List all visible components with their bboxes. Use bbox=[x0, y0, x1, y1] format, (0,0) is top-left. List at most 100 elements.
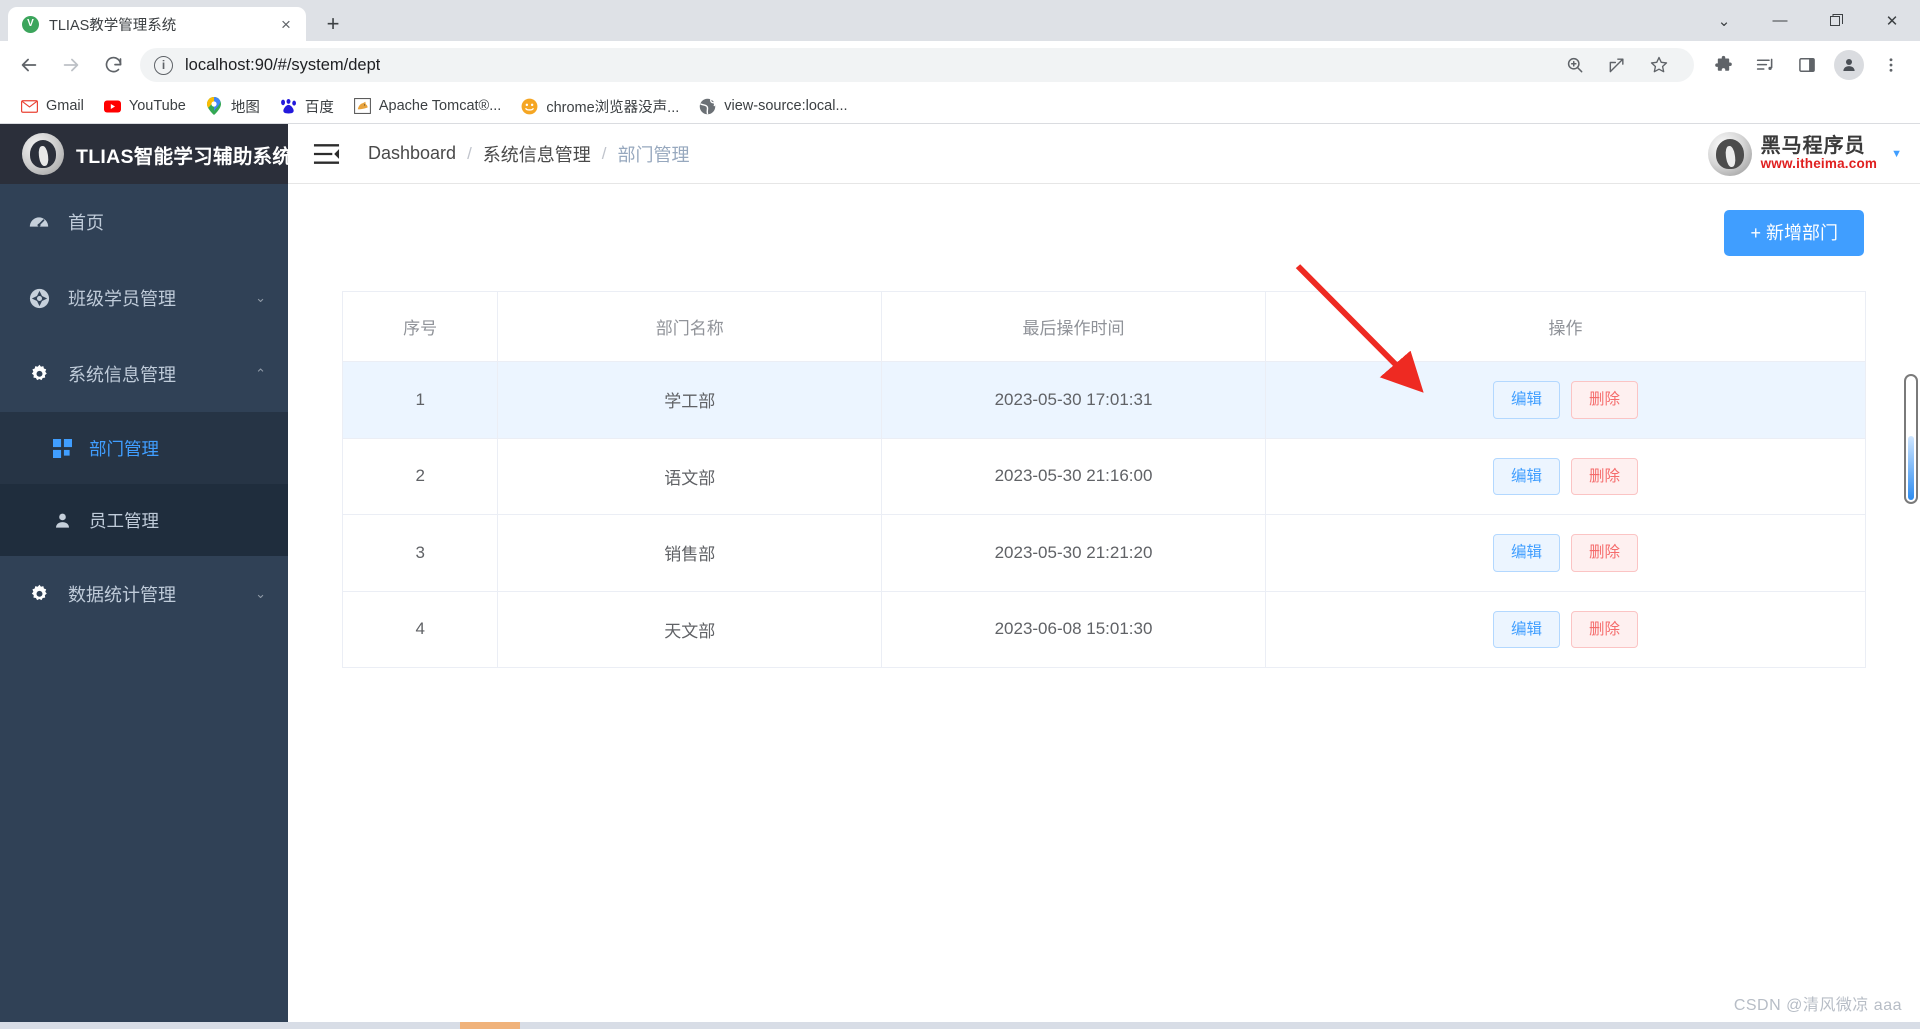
star-glyph bbox=[1650, 56, 1668, 73]
zoom-in-icon[interactable] bbox=[1560, 50, 1590, 80]
sidebar-item-data-stats[interactable]: 数据统计管理 ⌄ bbox=[0, 556, 288, 632]
sidebar-logo-text: TLIAS智能学习辅助系统 bbox=[76, 145, 288, 168]
collapse-menu-icon[interactable] bbox=[312, 142, 340, 166]
new-tab-button[interactable]: + bbox=[316, 7, 350, 41]
brand-name: 黑马程序员 bbox=[1760, 134, 1866, 157]
bookmark-baidu[interactable]: 百度 bbox=[271, 92, 343, 121]
delete-button[interactable]: 删除 bbox=[1570, 534, 1638, 572]
table-row[interactable]: 4 天文部 2023-06-08 15:01:30 编辑 删除 bbox=[342, 591, 1866, 668]
breadcrumb-item-system-info[interactable]: 系统信息管理 bbox=[483, 141, 591, 167]
maximize-glyph bbox=[1829, 14, 1843, 26]
person-glyph bbox=[1843, 59, 1855, 71]
sidebar-item-home[interactable]: 首页 bbox=[0, 184, 288, 260]
bookmark-maps[interactable]: 地图 bbox=[197, 92, 269, 121]
browser-tab[interactable]: TLIAS教学管理系统 × bbox=[8, 7, 306, 41]
chevron-down-icon: ⌄ bbox=[255, 290, 266, 305]
sidebar: TLIAS智能学习辅助系统 首页 班级学员管理 ⌄ 系统信息管理 ⌃ 部门管理 … bbox=[0, 124, 288, 1029]
sidebar-subitem-label: 部门管理 bbox=[89, 438, 159, 459]
column-header-actions: 操作 bbox=[1265, 291, 1866, 362]
extensions-icon[interactable] bbox=[1705, 47, 1741, 83]
page-scrollbar[interactable] bbox=[1904, 374, 1918, 504]
table-row[interactable]: 3 销售部 2023-05-30 21:21:20 编辑 删除 bbox=[342, 514, 1866, 592]
sidebar-item-label: 首页 bbox=[68, 213, 104, 233]
bookmark-youtube[interactable]: YouTube bbox=[95, 94, 195, 119]
sidebar-item-dept-management[interactable]: 部门管理 bbox=[0, 412, 288, 484]
delete-button[interactable]: 删除 bbox=[1570, 457, 1638, 495]
table-row[interactable]: 1 学工部 2023-05-30 17:01:31 编辑 删除 bbox=[342, 361, 1866, 439]
share-icon[interactable] bbox=[1602, 50, 1632, 80]
bookmark-gmail[interactable]: Gmail bbox=[12, 94, 93, 119]
cell-name: 学工部 bbox=[497, 361, 883, 439]
row-actions: 编辑 删除 bbox=[1266, 381, 1865, 419]
smiley-glyph bbox=[521, 98, 538, 114]
edit-button[interactable]: 编辑 bbox=[1492, 381, 1560, 419]
delete-button[interactable]: 删除 bbox=[1570, 381, 1638, 419]
baidu-icon bbox=[280, 98, 297, 115]
close-window-icon[interactable]: ✕ bbox=[1864, 0, 1920, 41]
grid-icon bbox=[50, 438, 74, 458]
column-header-name: 部门名称 bbox=[497, 291, 883, 362]
hamburger-glyph bbox=[313, 143, 339, 164]
cell-time: 2023-06-08 15:01:30 bbox=[881, 591, 1266, 668]
gear-glyph bbox=[31, 364, 47, 380]
sidebar-item-system-info[interactable]: 系统信息管理 ⌃ bbox=[0, 336, 288, 412]
bookmark-tomcat[interactable]: Apache Tomcat®... bbox=[345, 94, 510, 119]
vue-icon bbox=[22, 15, 39, 33]
edit-button[interactable]: 编辑 bbox=[1492, 534, 1560, 572]
scrollbar-thumb[interactable] bbox=[1908, 436, 1914, 500]
globe-glyph bbox=[700, 98, 716, 114]
chrome-menu-icon[interactable] bbox=[1873, 47, 1909, 83]
breadcrumb: Dashboard / 系统信息管理 / 部门管理 bbox=[368, 141, 690, 167]
main-area: Dashboard / 系统信息管理 / 部门管理 黑马程序员 www.ithe… bbox=[288, 124, 1920, 1029]
breadcrumb-item-dashboard[interactable]: Dashboard bbox=[368, 143, 456, 164]
table-row[interactable]: 2 语文部 2023-05-30 21:16:00 编辑 删除 bbox=[342, 438, 1866, 515]
row-actions: 编辑 删除 bbox=[1266, 534, 1865, 572]
minimize-icon[interactable]: — bbox=[1752, 0, 1808, 41]
add-dept-button[interactable]: + 新增部门 bbox=[1724, 210, 1864, 256]
window-controls: ⌄ — ✕ bbox=[1696, 0, 1920, 41]
dashboard-glyph bbox=[29, 217, 49, 227]
column-header-seq: 序号 bbox=[342, 291, 499, 362]
sidebar-item-class-student[interactable]: 班级学员管理 ⌄ bbox=[0, 260, 288, 336]
maximize-icon[interactable] bbox=[1808, 0, 1864, 41]
edit-button[interactable]: 编辑 bbox=[1492, 610, 1560, 648]
row-actions: 编辑 删除 bbox=[1266, 457, 1865, 495]
chevron-down-icon[interactable]: ▼ bbox=[1891, 148, 1902, 160]
user-icon bbox=[50, 511, 74, 530]
forward-icon[interactable] bbox=[53, 47, 89, 83]
close-icon[interactable]: × bbox=[276, 14, 296, 34]
content-panel: + 新增部门 序号 部门名称 最后操作时间 操作 1 学工部 2023-05-3… bbox=[288, 184, 1920, 1029]
chevron-up-icon: ⌃ bbox=[255, 366, 266, 381]
brand-logo[interactable]: 黑马程序员 www.itheima.com bbox=[1707, 131, 1878, 176]
bookmark-view-source[interactable]: view-source:local... bbox=[690, 94, 856, 119]
profile-icon[interactable] bbox=[1834, 50, 1864, 80]
media-list-icon[interactable] bbox=[1747, 47, 1783, 83]
sidebar-logo[interactable]: TLIAS智能学习辅助系统 bbox=[0, 124, 288, 184]
forward-arrow-glyph bbox=[63, 58, 79, 72]
breadcrumb-item-dept: 部门管理 bbox=[617, 144, 690, 165]
smiley-icon bbox=[521, 98, 538, 115]
bookmark-star-icon[interactable] bbox=[1644, 50, 1674, 80]
back-icon[interactable] bbox=[11, 47, 47, 83]
sidebar-item-employee-management[interactable]: 员工管理 bbox=[0, 484, 288, 556]
tab-search-icon[interactable]: ⌄ bbox=[1696, 0, 1752, 41]
site-info-icon[interactable]: i bbox=[154, 55, 173, 75]
table-header-row: 序号 部门名称 最后操作时间 操作 bbox=[342, 291, 1866, 362]
bookmarks-bar: Gmail YouTube 地图 百度 Apache Tomcat®... ch… bbox=[0, 89, 1920, 124]
kebab-glyph bbox=[1889, 58, 1893, 72]
tomcat-glyph bbox=[353, 98, 371, 114]
bookmark-label: 百度 bbox=[304, 99, 334, 116]
user-glyph bbox=[55, 513, 69, 528]
column-header-time: 最后操作时间 bbox=[881, 291, 1266, 362]
edit-button[interactable]: 编辑 bbox=[1492, 457, 1560, 495]
youtube-icon bbox=[103, 98, 121, 115]
horse-head-icon bbox=[1707, 131, 1752, 176]
cell-time: 2023-05-30 21:16:00 bbox=[881, 438, 1266, 515]
map-pin-glyph bbox=[207, 97, 222, 115]
reload-icon[interactable] bbox=[95, 47, 131, 83]
side-panel-icon[interactable] bbox=[1789, 47, 1825, 83]
cell-seq: 4 bbox=[342, 591, 499, 668]
delete-button[interactable]: 删除 bbox=[1570, 610, 1638, 648]
address-bar[interactable]: i localhost:90/#/system/dept bbox=[140, 48, 1694, 82]
bookmark-chrome-sound[interactable]: chrome浏览器没声... bbox=[512, 92, 688, 121]
